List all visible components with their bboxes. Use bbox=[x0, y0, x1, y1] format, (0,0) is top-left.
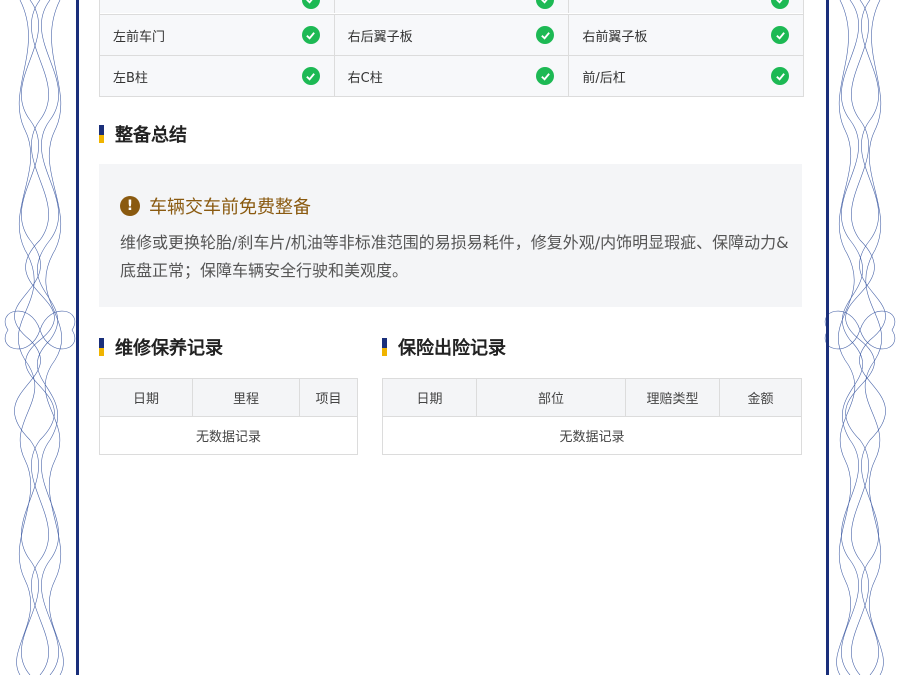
table-row: 无数据记录 bbox=[99, 416, 358, 455]
table-header-row: 日期 里程 项目 bbox=[99, 378, 358, 417]
inspection-cell: 左B柱 bbox=[100, 56, 334, 96]
title-accent-bar bbox=[99, 338, 104, 356]
decorative-border-right bbox=[825, 0, 895, 675]
summary-headline: ! 车辆交车前免费整备 bbox=[120, 193, 311, 219]
inspection-row: 左前车门 右后翼子板 右前翼子板 bbox=[100, 14, 803, 55]
column-header-claim-type: 理赔类型 bbox=[625, 378, 720, 417]
check-circle-icon bbox=[771, 67, 790, 85]
check-circle-icon bbox=[536, 26, 555, 44]
column-header-date: 日期 bbox=[382, 378, 477, 417]
check-circle-icon bbox=[301, 67, 320, 85]
check-circle-icon bbox=[301, 0, 320, 9]
inspection-item-label: 前/后杠 bbox=[582, 70, 626, 86]
inspection-item-label: 左前车门 bbox=[113, 29, 166, 45]
inspection-item-label: 左B柱 bbox=[113, 70, 148, 86]
summary-section-title: 整备总结 bbox=[99, 121, 187, 147]
empty-state-text: 无数据记录 bbox=[382, 416, 802, 455]
exclamation-circle-icon: ! bbox=[120, 196, 140, 216]
empty-state-text: 无数据记录 bbox=[99, 416, 358, 455]
table-header-row: 日期 部位 理赔类型 金额 bbox=[382, 378, 802, 417]
column-header-mileage: 里程 bbox=[192, 378, 300, 417]
inspection-cell bbox=[333, 0, 569, 13]
insurance-table: 日期 部位 理赔类型 金额 无数据记录 bbox=[382, 378, 802, 455]
inspection-item-label: 右前翼子板 bbox=[582, 29, 648, 45]
column-header-date: 日期 bbox=[99, 378, 193, 417]
maintenance-table: 日期 里程 项目 无数据记录 bbox=[99, 378, 358, 455]
inspection-row bbox=[100, 0, 803, 13]
column-header-part: 部位 bbox=[476, 378, 626, 417]
inspection-item-label: 右C柱 bbox=[347, 70, 383, 86]
inspection-cell: 右C柱 bbox=[333, 56, 569, 96]
decorative-border-left bbox=[5, 0, 75, 675]
check-circle-icon bbox=[771, 26, 790, 44]
column-header-amount: 金额 bbox=[719, 378, 802, 417]
frame-line-left bbox=[76, 0, 79, 675]
inspection-cell: 前/后杠 bbox=[568, 56, 803, 96]
column-header-item: 项目 bbox=[299, 378, 358, 417]
inspection-row: 左B柱 右C柱 前/后杠 bbox=[100, 55, 803, 96]
check-circle-icon bbox=[536, 0, 555, 9]
summary-box: ! 车辆交车前免费整备 维修或更换轮胎/刹车片/机油等非标准范围的易损易耗件，修… bbox=[99, 164, 802, 307]
inspection-cell: 左前车门 bbox=[100, 15, 334, 55]
inspection-cell: 右前翼子板 bbox=[568, 15, 803, 55]
table-row: 无数据记录 bbox=[382, 416, 802, 455]
title-accent-bar bbox=[99, 125, 104, 143]
inspection-item-label: 右后翼子板 bbox=[347, 29, 413, 45]
inspection-cell: 右后翼子板 bbox=[333, 15, 569, 55]
frame-line-right bbox=[826, 0, 829, 675]
inspection-cell bbox=[100, 0, 334, 13]
check-circle-icon bbox=[536, 67, 555, 85]
insurance-section-title: 保险出险记录 bbox=[382, 334, 506, 360]
check-circle-icon bbox=[301, 26, 320, 44]
title-accent-bar bbox=[382, 338, 387, 356]
check-circle-icon bbox=[771, 0, 790, 9]
inspection-grid: 左前车门 右后翼子板 右前翼子板 左B柱 右C柱 前/后杠 bbox=[99, 0, 804, 97]
inspection-cell bbox=[568, 0, 803, 13]
maintenance-section-title: 维修保养记录 bbox=[99, 334, 223, 360]
summary-description: 维修或更换轮胎/刹车片/机油等非标准范围的易损易耗件，修复外观/内饰明显瑕疵、保… bbox=[120, 233, 789, 280]
